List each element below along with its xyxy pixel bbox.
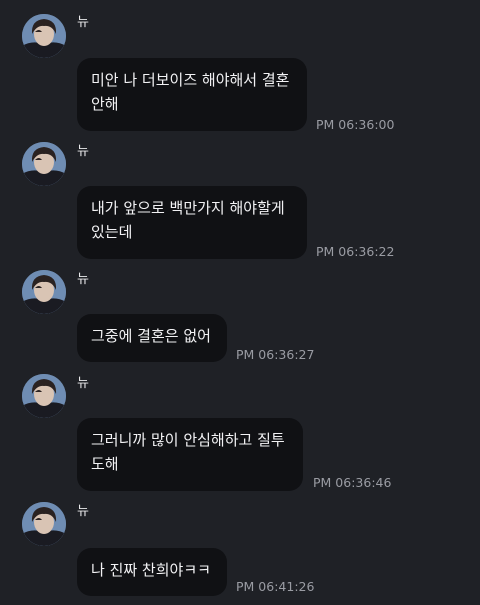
message-bubble: 그러니까 많이 안심해하고 질투 도해 bbox=[77, 418, 303, 491]
sender-name: 뉴 bbox=[77, 144, 89, 159]
message-bubble: 미안 나 더보이즈 해야해서 결혼 안해 bbox=[77, 58, 307, 131]
sender-avatar[interactable] bbox=[22, 502, 66, 546]
sender-name: 뉴 bbox=[77, 504, 89, 519]
message-bubble: 나 진짜 찬희야ㅋㅋ bbox=[77, 548, 227, 596]
sender-avatar[interactable] bbox=[22, 374, 66, 418]
message-bubble: 그중에 결혼은 없어 bbox=[77, 314, 227, 362]
sender-avatar[interactable] bbox=[22, 14, 66, 58]
message-timestamp: PM 06:41:26 bbox=[236, 579, 315, 594]
message-bubble: 내가 앞으로 백만가지 해야할게 있는데 bbox=[77, 186, 307, 259]
message-timestamp: PM 06:36:27 bbox=[236, 347, 315, 362]
message-timestamp: PM 06:36:22 bbox=[316, 244, 395, 259]
sender-name: 뉴 bbox=[77, 15, 89, 30]
sender-name: 뉴 bbox=[77, 272, 89, 287]
sender-avatar[interactable] bbox=[22, 142, 66, 186]
sender-avatar[interactable] bbox=[22, 270, 66, 314]
message-timestamp: PM 06:36:00 bbox=[316, 117, 395, 132]
message-timestamp: PM 06:36:46 bbox=[313, 475, 392, 490]
sender-name: 뉴 bbox=[77, 376, 89, 391]
